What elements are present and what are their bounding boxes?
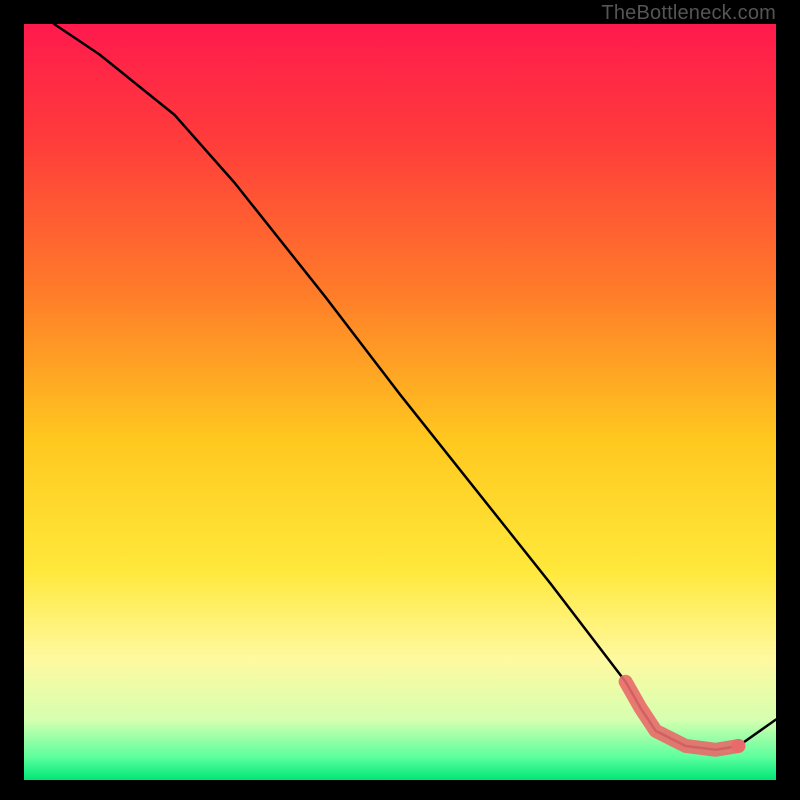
chart-background bbox=[24, 24, 776, 780]
watermark-label: TheBottleneck.com bbox=[601, 2, 776, 25]
chart-canvas bbox=[24, 24, 776, 780]
chart-frame bbox=[24, 24, 776, 780]
highlight-end-dot bbox=[731, 739, 745, 753]
